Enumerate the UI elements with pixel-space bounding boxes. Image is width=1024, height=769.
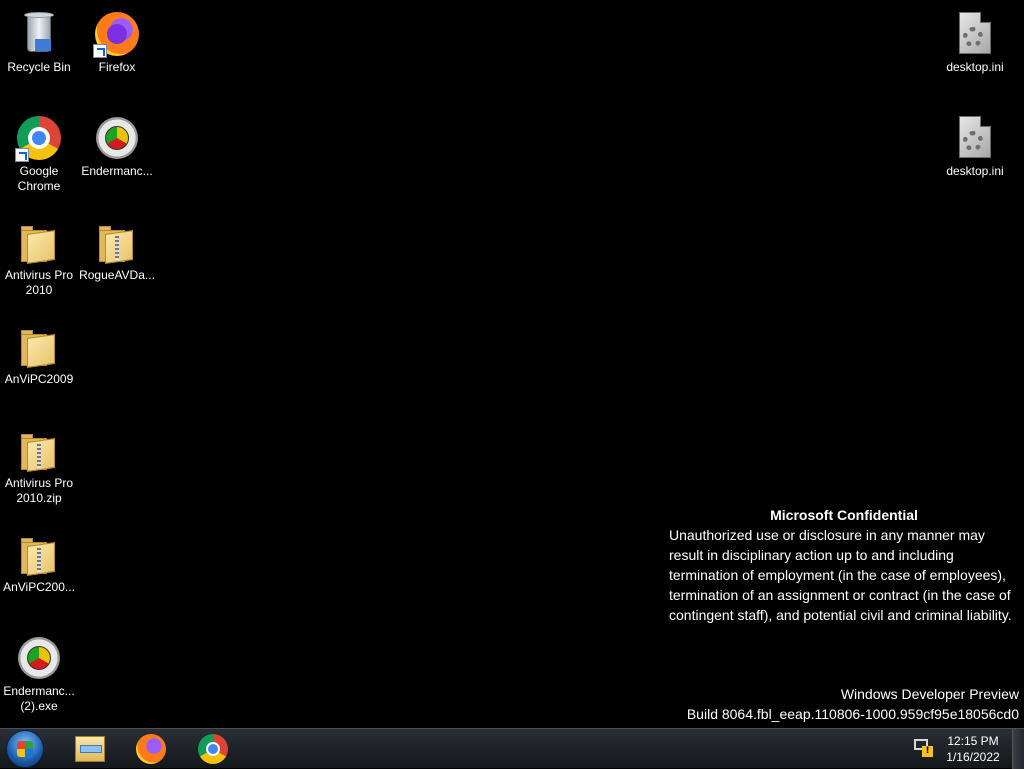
- desktop[interactable]: Recycle Bin Firefox Google Chrome Enderm…: [0, 0, 1024, 728]
- zip-folder-icon: [15, 530, 63, 578]
- config-file-icon: [951, 114, 999, 162]
- zip-folder-icon: [15, 426, 63, 474]
- watermark-build: Build 8064.fbl_eeap.110806-1000.959cf95e…: [686, 706, 1019, 722]
- taskbar-chrome-button[interactable]: [186, 732, 238, 766]
- icon-label: AnViPC200...: [3, 580, 75, 594]
- start-button[interactable]: [6, 730, 44, 768]
- icon-label: Endermanc... (2).exe: [3, 684, 75, 713]
- taskbar-clock[interactable]: 12:15 PM 1/16/2022: [938, 733, 1008, 765]
- desktop-icon-google-chrome[interactable]: Google Chrome: [0, 108, 78, 194]
- chrome-icon: [198, 734, 228, 764]
- desktop-icon-antivirus-pro-2010-zip[interactable]: Antivirus Pro 2010.zip: [0, 420, 78, 506]
- icon-label: Recycle Bin: [7, 60, 71, 74]
- build-watermark: Windows Developer Preview Build 8064.fbl…: [687, 684, 1019, 724]
- desktop-icon-antivirus-pro-2010[interactable]: Antivirus Pro 2010: [0, 212, 78, 298]
- explorer-icon: [75, 736, 105, 762]
- icon-label: AnViPC2009: [4, 372, 74, 386]
- folder-icon: [15, 322, 63, 370]
- folder-icon: [15, 218, 63, 266]
- zip-folder-icon: [93, 218, 141, 266]
- network-status-icon[interactable]: !: [914, 739, 933, 757]
- windows-logo-icon: [17, 741, 33, 757]
- desktop-icon-endermanch-2-exe[interactable]: Endermanc... (2).exe: [0, 628, 78, 714]
- taskbar-firefox-button[interactable]: [124, 732, 176, 766]
- desktop-icon-desktop-ini-2[interactable]: desktop.ini: [936, 108, 1014, 179]
- taskbar: ! 12:15 PM 1/16/2022: [0, 728, 1024, 769]
- firefox-icon: [93, 10, 141, 58]
- notice-heading: Microsoft Confidential: [770, 507, 918, 523]
- icon-label: desktop.ini: [946, 60, 1004, 74]
- taskbar-explorer-button[interactable]: [62, 732, 114, 766]
- firefox-icon: [136, 734, 166, 764]
- confidential-notice: Microsoft Confidential Unauthorized use …: [669, 505, 1019, 625]
- desktop-icon-firefox[interactable]: Firefox: [78, 4, 156, 75]
- icon-label: RogueAVDa...: [79, 268, 155, 282]
- icon-label: Endermanc...: [81, 164, 153, 178]
- icon-label: desktop.ini: [946, 164, 1004, 178]
- desktop-icon-anvipc2009[interactable]: AnViPC2009: [0, 316, 78, 387]
- desktop-icon-rogueavda[interactable]: RogueAVDa...: [78, 212, 156, 283]
- desktop-icon-endermanch[interactable]: Endermanc...: [78, 108, 156, 179]
- config-file-icon: [951, 10, 999, 58]
- desktop-icon-recycle-bin[interactable]: Recycle Bin: [0, 4, 78, 75]
- chrome-icon: [15, 114, 63, 162]
- desktop-icon-anvipc200-zip[interactable]: AnViPC200...: [0, 524, 78, 595]
- shortcut-arrow-icon: [93, 44, 107, 58]
- clock-time: 12:15 PM: [947, 734, 999, 748]
- endermanch-icon: [15, 634, 63, 682]
- icon-label: Antivirus Pro 2010: [4, 268, 74, 297]
- recycle-bin-icon: [15, 10, 63, 58]
- notice-body: Unauthorized use or disclosure in any ma…: [669, 527, 1012, 623]
- desktop-icon-desktop-ini-1[interactable]: desktop.ini: [936, 4, 1014, 75]
- icon-label: Google Chrome: [17, 164, 61, 193]
- endermanch-icon: [93, 114, 141, 162]
- watermark-edition: Windows Developer Preview: [840, 686, 1019, 702]
- clock-date: 1/16/2022: [946, 750, 1000, 764]
- icon-label: Antivirus Pro 2010.zip: [4, 476, 74, 505]
- shortcut-arrow-icon: [15, 148, 29, 162]
- network-warning-badge: !: [922, 746, 933, 757]
- icon-label: Firefox: [98, 60, 136, 74]
- show-desktop-button[interactable]: [1012, 729, 1024, 769]
